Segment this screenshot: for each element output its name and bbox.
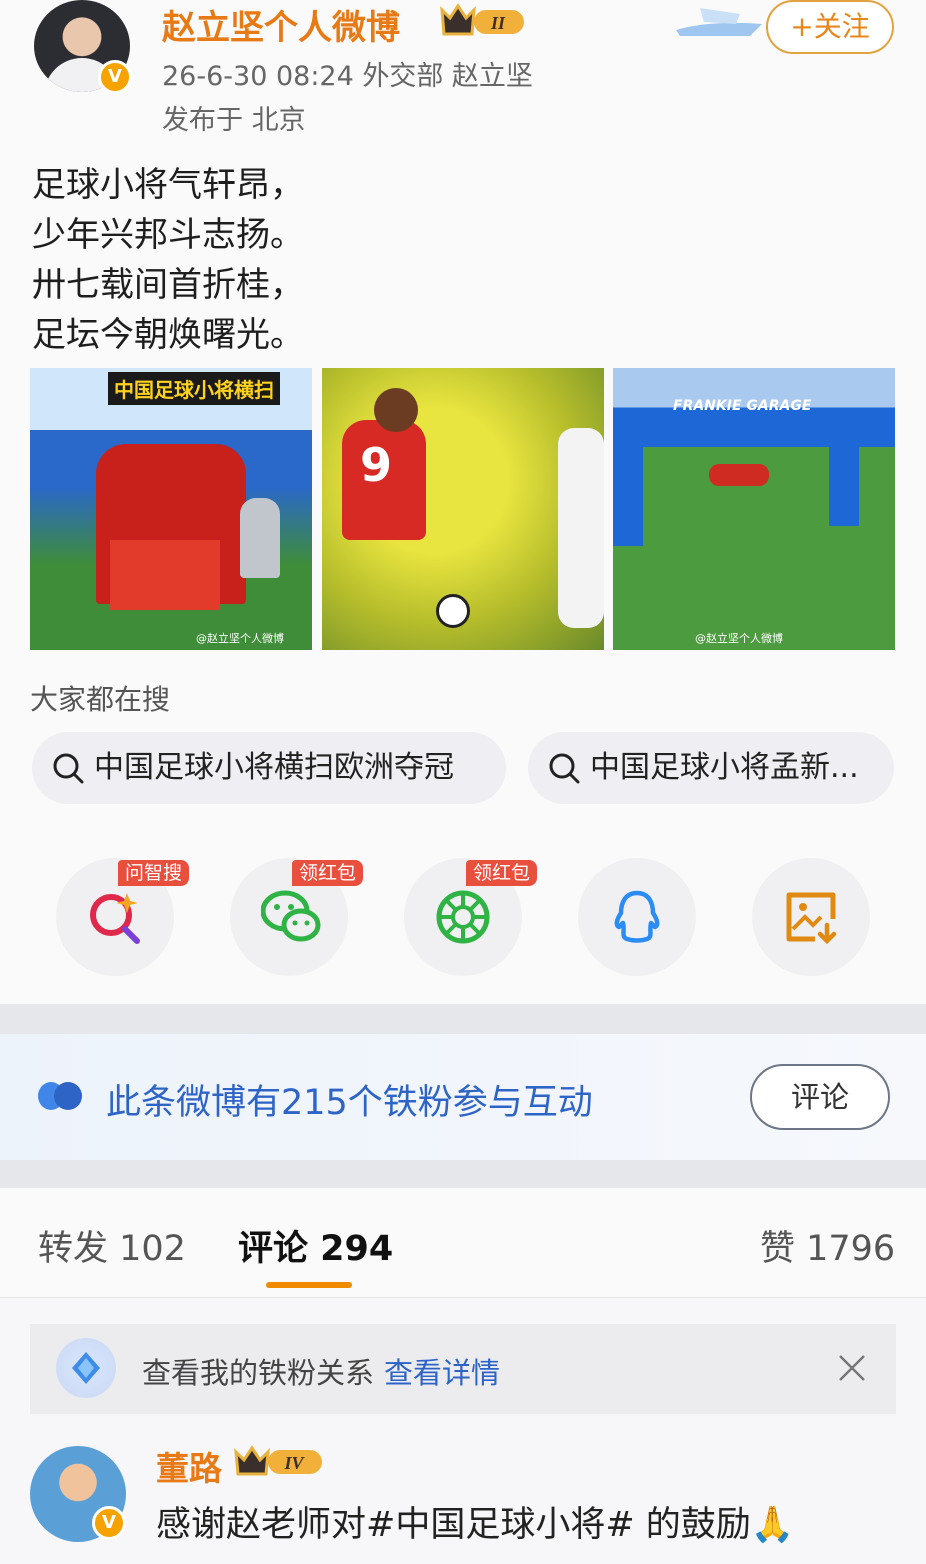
share-tag: 问智搜 bbox=[118, 860, 190, 886]
post-text: 足球小将气轩昂， 少年兴邦斗志扬。 卅七载间首折桂， 足坛今朝焕曙光。 bbox=[32, 160, 304, 360]
author-name[interactable]: 赵立坚个人微博 bbox=[162, 0, 400, 49]
poem-line: 少年兴邦斗志扬。 bbox=[32, 215, 304, 255]
hot-search-label: 中国足球小将横扫欧洲夺冠 bbox=[94, 750, 454, 785]
players-ground bbox=[709, 464, 769, 486]
arch-left bbox=[613, 416, 643, 546]
notice-text: 查看我的铁粉关系 查看详情 bbox=[142, 1350, 500, 1392]
notice-label: 查看我的铁粉关系 bbox=[142, 1356, 375, 1390]
moments-icon bbox=[436, 890, 490, 944]
hot-search-chip[interactable]: 中国足球小将孟新... bbox=[528, 732, 894, 804]
diamond-icon bbox=[56, 1338, 116, 1398]
search-ai-icon bbox=[90, 893, 140, 944]
active-tab-indicator bbox=[266, 1282, 352, 1288]
post-location: 发布于 北京 bbox=[162, 105, 306, 136]
post-image-1[interactable]: 中国足球小将横扫 @赵立坚个人微博 bbox=[30, 368, 312, 650]
share-tag: 领红包 bbox=[466, 860, 538, 886]
search-icon bbox=[549, 753, 580, 784]
hot-search-title: 大家都在搜 bbox=[30, 683, 171, 716]
trophy-icon bbox=[240, 498, 280, 578]
share-save-image-button[interactable] bbox=[752, 858, 870, 976]
commenter-name[interactable]: 董路 bbox=[156, 1442, 222, 1490]
image-banner-text: 中国足球小将横扫 bbox=[108, 372, 280, 405]
verified-badge-icon: V bbox=[92, 1506, 126, 1540]
iron-fans-icon bbox=[38, 1082, 82, 1110]
hot-search-label: 中国足球小将孟新... bbox=[590, 750, 859, 785]
post-image-3[interactable]: FRANKIE GARAGE @赵立坚个人微博 bbox=[613, 368, 895, 650]
level-crown-icon: IV bbox=[234, 1445, 322, 1476]
follow-button[interactable]: +关注 bbox=[766, 0, 894, 54]
player-white bbox=[558, 428, 604, 628]
image-watermark: @赵立坚个人微博 bbox=[196, 632, 284, 645]
level-text: IV bbox=[283, 1453, 305, 1473]
jersey-number: 9 bbox=[360, 438, 393, 492]
search-icon bbox=[53, 753, 84, 784]
tab-repost[interactable]: 转发 102 bbox=[38, 1220, 186, 1271]
iron-fans-text: 此条微博有215个铁粉参与互动 bbox=[106, 1083, 593, 1123]
qq-icon bbox=[614, 890, 660, 943]
level-text: II bbox=[490, 13, 506, 33]
poem-line: 足坛今朝焕曙光。 bbox=[32, 315, 304, 355]
poem-line: 卅七载间首折桂， bbox=[32, 265, 304, 305]
image-watermark: @赵立坚个人微博 bbox=[695, 632, 783, 645]
hot-search-chip[interactable]: 中国足球小将横扫欧洲夺冠 bbox=[32, 732, 506, 804]
wechat-icon bbox=[261, 890, 321, 942]
post-meta: 26-6-30 08:24 外交部 赵立坚 bbox=[162, 61, 533, 92]
arch-banner-text: FRANKIE GARAGE bbox=[673, 398, 812, 414]
comment-button[interactable]: 评论 bbox=[750, 1064, 890, 1130]
decorative-ship-icon bbox=[676, 8, 762, 36]
tab-comment[interactable]: 评论 294 bbox=[238, 1220, 393, 1271]
post-image-2[interactable]: 9 bbox=[322, 368, 604, 650]
poem-line: 足球小将气轩昂， bbox=[32, 165, 304, 205]
comment-text: 感谢赵老师对#中国足球小将# 的鼓励🙏 bbox=[156, 1505, 795, 1545]
save-image-icon bbox=[786, 892, 837, 945]
section-divider bbox=[0, 1160, 926, 1188]
verified-badge-icon: V bbox=[98, 60, 132, 94]
share-tag: 领红包 bbox=[292, 860, 364, 886]
tab-like[interactable]: 赞 1796 bbox=[760, 1220, 895, 1271]
level-crown-icon: II bbox=[440, 3, 524, 36]
section-divider bbox=[0, 1004, 926, 1034]
share-qq-button[interactable] bbox=[578, 858, 696, 976]
flag-icon bbox=[110, 540, 220, 610]
notice-detail-link[interactable]: 查看详情 bbox=[384, 1356, 500, 1390]
arch-right bbox=[829, 416, 859, 526]
player-head bbox=[374, 388, 418, 432]
football-icon bbox=[436, 594, 470, 628]
close-icon[interactable] bbox=[836, 1352, 868, 1384]
